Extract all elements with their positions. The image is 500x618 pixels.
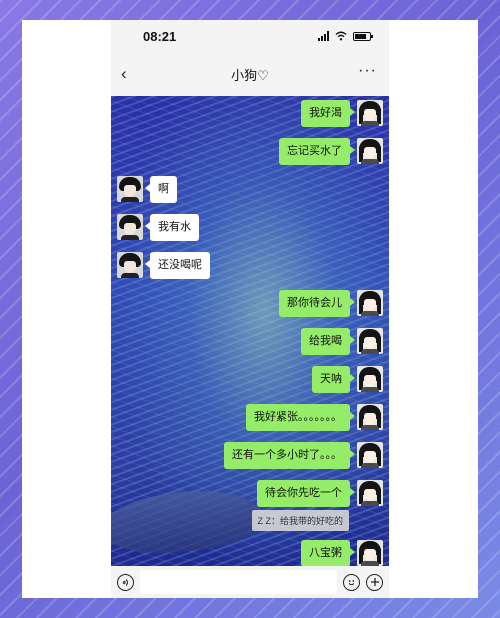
message-bubble[interactable]: 那你待会儿 <box>279 290 355 317</box>
message-row: 还没喝呢 <box>117 252 210 279</box>
message-bubble[interactable]: 还有一个多小时了。。。 <box>224 442 355 469</box>
chat-title: 小狗♡ <box>231 67 269 83</box>
message-bubble[interactable]: 我好紧张。。。。。。。 <box>246 404 355 431</box>
wifi-icon <box>335 31 347 41</box>
chat-header: ‹ 小狗♡ ··· <box>111 52 389 96</box>
message-bubble[interactable]: 天呐 <box>312 366 355 393</box>
avatar-me[interactable] <box>357 540 383 566</box>
avatar-contact[interactable] <box>117 176 143 202</box>
message-bubble[interactable]: 还没喝呢 <box>145 252 210 279</box>
message-row: 八宝粥 <box>301 540 383 567</box>
quoted-reply[interactable]: Z Z：给我带的好吃的 <box>251 510 349 531</box>
status-icons <box>318 31 373 41</box>
avatar-me[interactable] <box>357 404 383 430</box>
message-bubble[interactable]: 我有水 <box>145 214 199 241</box>
message-row: 天呐 <box>312 366 383 393</box>
status-bar: 08:21 <box>111 20 389 52</box>
message-bubble[interactable]: 待会你先吃一个 <box>257 480 355 507</box>
message-row: 那你待会儿 <box>279 290 383 317</box>
message-row: 我好渴 <box>301 100 383 127</box>
phone-screen: 08:21 ‹ 小狗♡ ··· 我好渴 忘记买水了 啊 我有水 还没喝呢 那你待… <box>111 20 389 598</box>
status-time: 08:21 <box>143 28 177 44</box>
emoji-icon[interactable] <box>343 573 360 591</box>
avatar-me[interactable] <box>357 290 383 316</box>
message-bubble[interactable]: 啊 <box>145 176 177 203</box>
avatar-me[interactable] <box>357 138 383 164</box>
avatar-contact[interactable] <box>117 252 143 278</box>
background-shark <box>111 481 265 563</box>
message-row: 我有水 <box>117 214 199 241</box>
message-row: 还有一个多小时了。。。 <box>224 442 383 469</box>
plus-icon[interactable] <box>366 573 383 591</box>
avatar-me[interactable] <box>357 366 383 392</box>
message-bubble[interactable]: 忘记买水了 <box>279 138 355 165</box>
avatar-me[interactable] <box>357 442 383 468</box>
input-bar <box>111 566 389 598</box>
message-row: 忘记买水了 <box>279 138 383 165</box>
message-bubble[interactable]: 我好渴 <box>301 100 355 127</box>
message-row: 给我喝 <box>301 328 383 355</box>
avatar-contact[interactable] <box>117 214 143 240</box>
battery-icon <box>353 31 373 41</box>
message-bubble[interactable]: 给我喝 <box>301 328 355 355</box>
message-bubble[interactable]: 八宝粥 <box>301 540 355 567</box>
avatar-me[interactable] <box>357 480 383 506</box>
chevron-left-icon[interactable]: ‹ <box>121 64 127 84</box>
message-row: 啊 <box>117 176 177 203</box>
voice-icon[interactable] <box>117 573 134 591</box>
avatar-me[interactable] <box>357 100 383 126</box>
message-input[interactable] <box>140 570 337 594</box>
avatar-me[interactable] <box>357 328 383 354</box>
more-dots-icon[interactable]: ··· <box>358 62 377 80</box>
signal-icon <box>318 31 329 41</box>
chat-area[interactable]: 我好渴 忘记买水了 啊 我有水 还没喝呢 那你待会儿 给我喝 天呐 我好紧张。。… <box>111 96 389 580</box>
message-row: 我好紧张。。。。。。。 <box>246 404 383 431</box>
message-row: 待会你先吃一个 <box>257 480 383 507</box>
